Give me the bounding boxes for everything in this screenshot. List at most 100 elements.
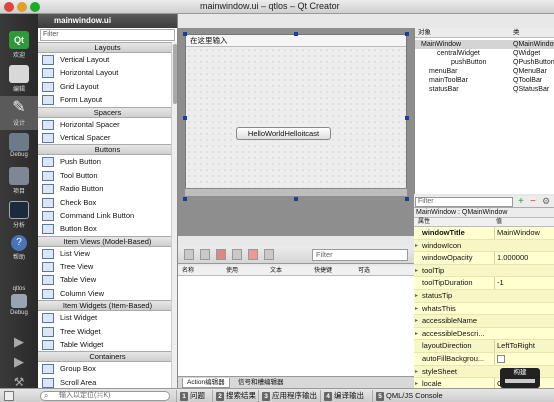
output-pane-button[interactable]: 1 问题 (176, 390, 208, 402)
property-row[interactable]: ▸ accessibleDescri... (414, 327, 554, 341)
property-row[interactable]: layoutDirection LeftToRight (414, 340, 554, 353)
widget-item[interactable]: Radio Button (38, 182, 177, 195)
widget-item[interactable]: Push Button (38, 155, 177, 168)
widget-category-header[interactable]: Item Views (Model-Based) (38, 235, 177, 247)
property-row[interactable]: toolTipDuration -1 (414, 277, 554, 290)
property-filter-input[interactable]: Filter (415, 197, 513, 207)
widget-category-header[interactable]: Item Widgets (Item-Based) (38, 300, 177, 312)
property-row[interactable]: ▸ windowIcon (414, 239, 554, 253)
expand-arrow-icon[interactable]: ▸ (415, 328, 418, 340)
widget-box-scrollbar[interactable] (171, 42, 177, 388)
widget-item[interactable]: Column View (38, 287, 177, 300)
property-value[interactable]: MainWindow (494, 227, 554, 239)
column-header[interactable]: 可选 (358, 266, 370, 276)
output-pane-button[interactable]: 4 编译输出 (320, 390, 367, 402)
column-header[interactable]: 快捷键 (314, 266, 332, 276)
resize-handle[interactable] (405, 32, 409, 36)
property-row[interactable]: windowOpacity 1.000000 (414, 252, 554, 265)
property-row[interactable]: ▸ accessibleName (414, 315, 554, 328)
output-pane-button[interactable]: 2 搜索结果 (212, 390, 259, 402)
widget-item[interactable]: Tool Button (38, 169, 177, 182)
property-value[interactable]: LeftToRight (494, 340, 554, 353)
resize-handle[interactable] (405, 116, 409, 120)
resize-handle[interactable] (183, 116, 187, 120)
output-pane-button[interactable]: 3 应用程序输出 (258, 390, 320, 402)
widget-item[interactable]: Tree View (38, 260, 177, 273)
expand-arrow-icon[interactable]: ▸ (415, 265, 418, 277)
expand-arrow-icon[interactable]: ▸ (415, 290, 418, 302)
widget-item[interactable]: Table View (38, 273, 177, 286)
widget-item[interactable]: Horizontal Layout (38, 66, 177, 79)
widget-item[interactable]: List View (38, 247, 177, 260)
mode-welcome[interactable]: Qt 欢迎 (0, 28, 38, 62)
widget-category-header[interactable]: Layouts (38, 42, 177, 53)
widget-item[interactable]: Scroll Area (38, 376, 177, 388)
expand-arrow-icon[interactable]: ▸ (415, 315, 418, 327)
widget-item[interactable]: Table Widget (38, 338, 177, 351)
locator-input[interactable]: ⌕ 输入以定位(⌘K) (40, 391, 170, 401)
close-window-button[interactable] (4, 2, 14, 12)
mode-projects[interactable]: 项目 (0, 164, 38, 198)
remove-property-icon[interactable]: − (530, 196, 536, 207)
property-value[interactable]: -1 (494, 277, 554, 290)
action-table[interactable] (178, 276, 414, 376)
widget-item[interactable]: Vertical Spacer (38, 131, 177, 144)
column-header[interactable]: 名称 (182, 266, 194, 276)
widget-category-header[interactable]: Containers (38, 351, 177, 363)
form-grid[interactable]: HelloWorldHelloitcast (186, 47, 406, 195)
tab-action-editor[interactable]: Action编辑器 (182, 378, 230, 388)
column-header[interactable]: 类 (513, 28, 520, 38)
hello-push-button[interactable]: HelloWorldHelloitcast (236, 127, 331, 140)
property-row[interactable]: ▸ toolTip (414, 264, 554, 278)
cut-action-icon[interactable] (216, 249, 226, 260)
widget-item[interactable]: Horizontal Spacer (38, 118, 177, 131)
expand-arrow-icon[interactable]: ▸ (415, 378, 418, 388)
menu-bar-placeholder[interactable]: 在这里输入 (186, 35, 406, 47)
output-pane-button[interactable]: 5 QML/JS Console (372, 390, 446, 402)
mode-edit[interactable]: 编辑 (0, 62, 38, 96)
widget-category-header[interactable]: Buttons (38, 144, 177, 156)
object-tree-row[interactable]: centralWidget QWidget (415, 49, 554, 58)
widget-filter-input[interactable]: Filter (40, 29, 175, 41)
action-filter-input[interactable]: Filter (312, 249, 408, 261)
minimize-window-button[interactable] (17, 2, 27, 12)
object-tree-row[interactable]: pushButton QPushButton (415, 58, 554, 67)
widget-item[interactable]: Grid Layout (38, 80, 177, 93)
toggle-sidebar-icon[interactable] (4, 391, 14, 401)
resize-handle[interactable] (405, 197, 409, 201)
widget-item[interactable]: Tree Widget (38, 325, 177, 338)
build-progress-popup[interactable]: 构建 (500, 368, 540, 388)
scroll-thumb[interactable] (173, 44, 177, 104)
widget-item[interactable]: Group Box (38, 362, 177, 375)
new-action-icon[interactable] (184, 249, 194, 260)
column-header[interactable]: 对象 (418, 28, 431, 38)
paste-action-icon[interactable] (232, 249, 242, 260)
mode-design[interactable]: ✎ 设计 (0, 96, 38, 130)
wrench-icon[interactable]: ⚙ (542, 196, 550, 207)
form-mainwindow[interactable]: 在这里输入 HelloWorldHelloitcast (185, 34, 407, 196)
mode-analyze[interactable]: 分析 (0, 198, 38, 232)
property-row[interactable]: ▸ whatsThis (414, 302, 554, 316)
widget-item[interactable]: List Widget (38, 311, 177, 324)
resize-handle[interactable] (183, 32, 187, 36)
mode-help[interactable]: ? 帮助 (0, 232, 38, 266)
column-header[interactable]: 使用 (226, 266, 238, 276)
resize-handle[interactable] (294, 197, 298, 201)
resize-handle[interactable] (294, 32, 298, 36)
run-button[interactable]: ▶ (0, 334, 38, 352)
widget-item[interactable]: Command Link Button (38, 209, 177, 222)
column-header[interactable]: 文本 (270, 266, 282, 276)
copy-action-icon[interactable] (200, 249, 210, 260)
widget-item[interactable]: Vertical Layout (38, 53, 177, 66)
column-header[interactable]: 属性 (418, 218, 430, 227)
property-row[interactable]: ▸ statusTip (414, 290, 554, 303)
object-tree-row[interactable]: MainWindow QMainWindow (415, 40, 554, 49)
property-value[interactable]: 1.000000 (494, 252, 554, 265)
column-header[interactable]: 值 (496, 218, 502, 227)
widget-item[interactable]: Check Box (38, 196, 177, 209)
expand-arrow-icon[interactable]: ▸ (415, 303, 418, 315)
configure-icon[interactable] (264, 249, 274, 260)
expand-arrow-icon[interactable]: ▸ (415, 240, 418, 252)
widget-item[interactable]: Form Layout (38, 93, 177, 106)
property-value[interactable] (494, 353, 554, 365)
